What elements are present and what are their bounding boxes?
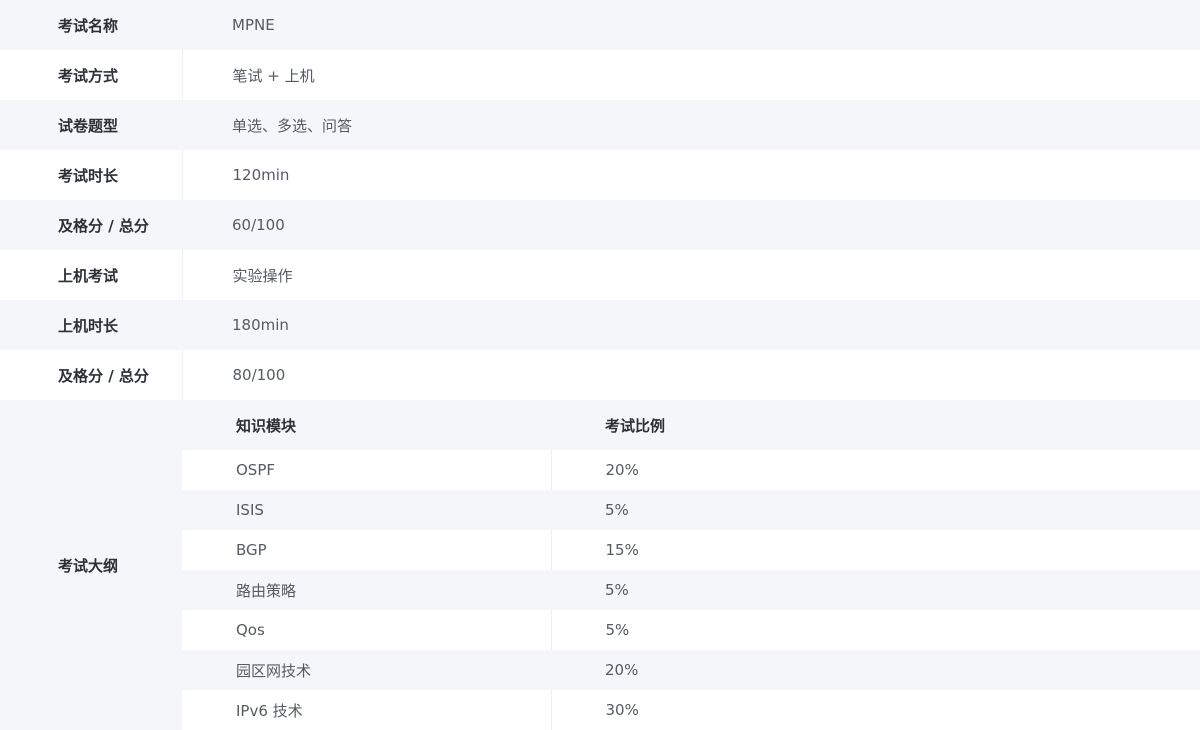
syllabus-label: 考试大纲: [58, 556, 119, 575]
table-row: 试卷题型 单选、多选、问答: [0, 100, 1200, 150]
table-row: 及格分 / 总分 60/100: [0, 200, 1200, 250]
syllabus-item-row: ISIS 5%: [182, 490, 1200, 530]
syllabus-header-row: 知识模块 考试比例: [182, 400, 1200, 450]
table-row: 考试方式 笔试 + 上机: [0, 50, 1200, 100]
module-ratio: 30%: [551, 690, 1200, 730]
syllabus-item-row: 路由策略 5%: [182, 570, 1200, 610]
module-ratio: 5%: [551, 490, 1200, 530]
syllabus-table: 知识模块 考试比例 OSPF 20% ISIS 5% BGP 15% 路由策略 …: [182, 400, 1200, 730]
row-value: 实验操作: [232, 266, 293, 285]
module-name: 路由策略: [182, 570, 551, 610]
syllabus-item-row: Qos 5%: [182, 610, 1200, 650]
module-ratio: 15%: [551, 530, 1200, 570]
table-row: 上机考试 实验操作: [0, 250, 1200, 300]
module-column-header: 知识模块: [182, 400, 551, 450]
table-row: 考试名称 MPNE: [0, 0, 1200, 50]
module-name: Qos: [182, 610, 552, 650]
module-name: IPv6 技术: [182, 690, 552, 730]
module-name: ISIS: [182, 490, 551, 530]
module-name: BGP: [182, 530, 552, 570]
exam-info-table: 考试名称 MPNE 考试方式 笔试 + 上机 试卷题型 单选、多选、问答 考试时…: [0, 0, 1200, 730]
table-row: 考试时长 120min: [0, 150, 1200, 200]
row-value: MPNE: [232, 16, 275, 34]
ratio-column-header: 考试比例: [551, 400, 1200, 450]
row-value: 80/100: [232, 366, 286, 384]
module-name: OSPF: [182, 450, 552, 490]
row-label: 试卷题型: [58, 116, 119, 135]
table-row: 上机时长 180min: [0, 300, 1200, 350]
row-label: 考试时长: [0, 150, 183, 200]
row-value: 笔试 + 上机: [232, 66, 315, 85]
row-value: 120min: [232, 166, 290, 184]
syllabus-item-row: 园区网技术 20%: [182, 650, 1200, 690]
syllabus-item-row: IPv6 技术 30%: [182, 690, 1200, 730]
module-ratio: 5%: [551, 570, 1200, 610]
syllabus-table-cell: 知识模块 考试比例 OSPF 20% ISIS 5% BGP 15% 路由策略 …: [182, 400, 1200, 730]
row-label: 上机考试: [0, 250, 183, 300]
syllabus-item-row: OSPF 20%: [182, 450, 1200, 490]
row-label: 考试名称: [58, 16, 119, 35]
syllabus-item-row: BGP 15%: [182, 530, 1200, 570]
module-ratio: 20%: [551, 450, 1200, 490]
row-label: 及格分 / 总分: [58, 216, 149, 235]
row-label: 上机时长: [58, 316, 119, 335]
row-value: 60/100: [232, 216, 285, 234]
row-label: 及格分 / 总分: [0, 350, 183, 400]
module-ratio: 5%: [551, 610, 1200, 650]
row-label: 考试方式: [0, 50, 183, 100]
row-value: 180min: [232, 316, 289, 334]
module-ratio: 20%: [551, 650, 1200, 690]
table-row: 及格分 / 总分 80/100: [0, 350, 1200, 400]
syllabus-row: 考试大纲 知识模块 考试比例 OSPF 20% ISIS 5% BGP 15% …: [0, 400, 1200, 730]
module-name: 园区网技术: [182, 650, 551, 690]
row-value: 单选、多选、问答: [232, 116, 353, 135]
